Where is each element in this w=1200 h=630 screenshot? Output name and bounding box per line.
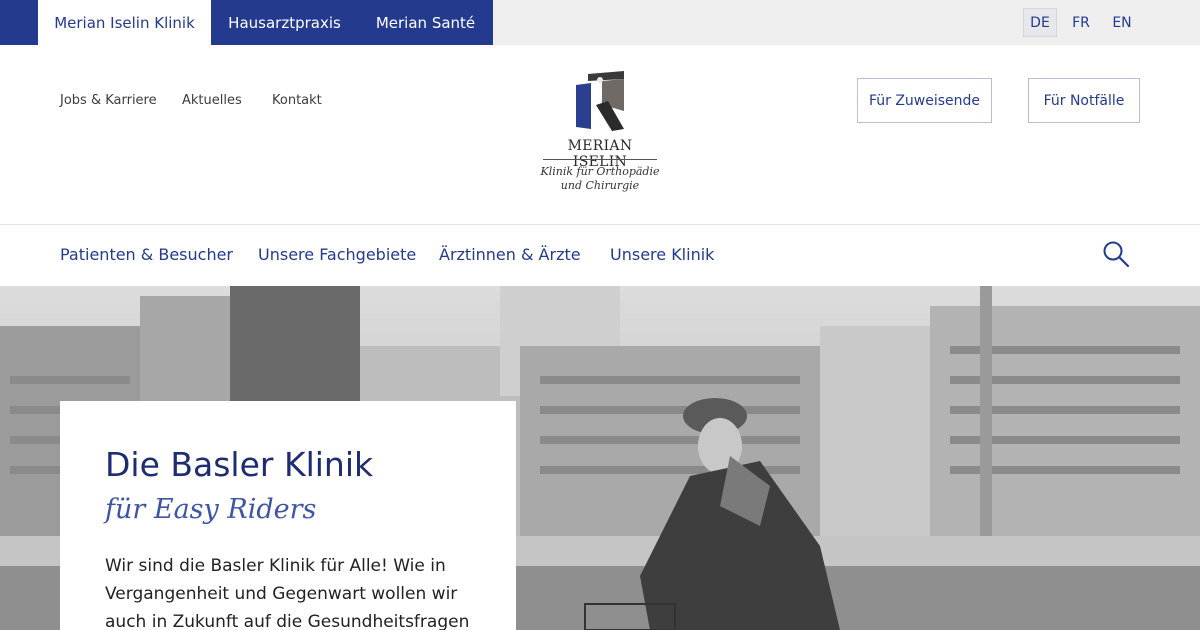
hero-text: Wir sind die Basler Klinik für Alle! Wie… [105, 556, 470, 630]
util-link-aktuelles[interactable]: Aktuelles [182, 93, 242, 108]
util-link-jobs[interactable]: Jobs & Karriere [60, 93, 157, 108]
nav-item-patienten[interactable]: Patienten & Besucher [60, 245, 233, 264]
topbar-accent [0, 0, 38, 45]
hero-card: Die Basler Klinik für Easy Riders Wir si… [60, 401, 516, 630]
site-tab-merian-sante[interactable]: Merian Santé [358, 0, 493, 45]
site-switcher-bar: Merian Iselin Klinik Hausarztpraxis Meri… [0, 0, 1200, 45]
util-link-kontakt[interactable]: Kontakt [272, 93, 322, 108]
logo-subtitle: Klinik für Orthopädie und Chirurgie [540, 165, 660, 193]
nav-item-fachgebiete[interactable]: Unsere Fachgebiete [258, 245, 416, 264]
hero-title: Die Basler Klinik [105, 445, 374, 484]
hero-section: Die Basler Klinik für Easy Riders Wir si… [0, 286, 1200, 630]
logo-divider [543, 159, 657, 160]
zuweisende-button[interactable]: Für Zuweisende [857, 78, 992, 123]
hero-subtitle: für Easy Riders [105, 494, 317, 525]
site-tab-merian-iselin-klinik[interactable]: Merian Iselin Klinik [38, 0, 211, 45]
language-en[interactable]: EN [1105, 8, 1139, 37]
logo[interactable]: MERIAN ISELIN Klinik für Orthopädie und … [540, 71, 660, 199]
nav-item-klinik[interactable]: Unsere Klinik [610, 245, 714, 264]
logo-subtitle-line1: Klinik für Orthopädie [540, 165, 660, 178]
search-icon [1103, 241, 1130, 268]
language-fr[interactable]: FR [1064, 8, 1098, 37]
search-button[interactable] [1101, 239, 1131, 269]
notfaelle-button[interactable]: Für Notfälle [1028, 78, 1140, 123]
logo-subtitle-line2: und Chirurgie [560, 179, 640, 192]
language-de[interactable]: DE [1023, 8, 1057, 37]
nav-item-aerzte[interactable]: Ärztinnen & Ärzte [439, 245, 581, 264]
logo-mark-icon [576, 71, 624, 131]
site-tab-hausarztpraxis[interactable]: Hausarztpraxis [211, 0, 358, 45]
main-navigation: Patienten & Besucher Unsere Fachgebiete … [0, 226, 1200, 286]
site-header: Jobs & Karriere Aktuelles Kontakt MERIAN… [0, 45, 1200, 225]
